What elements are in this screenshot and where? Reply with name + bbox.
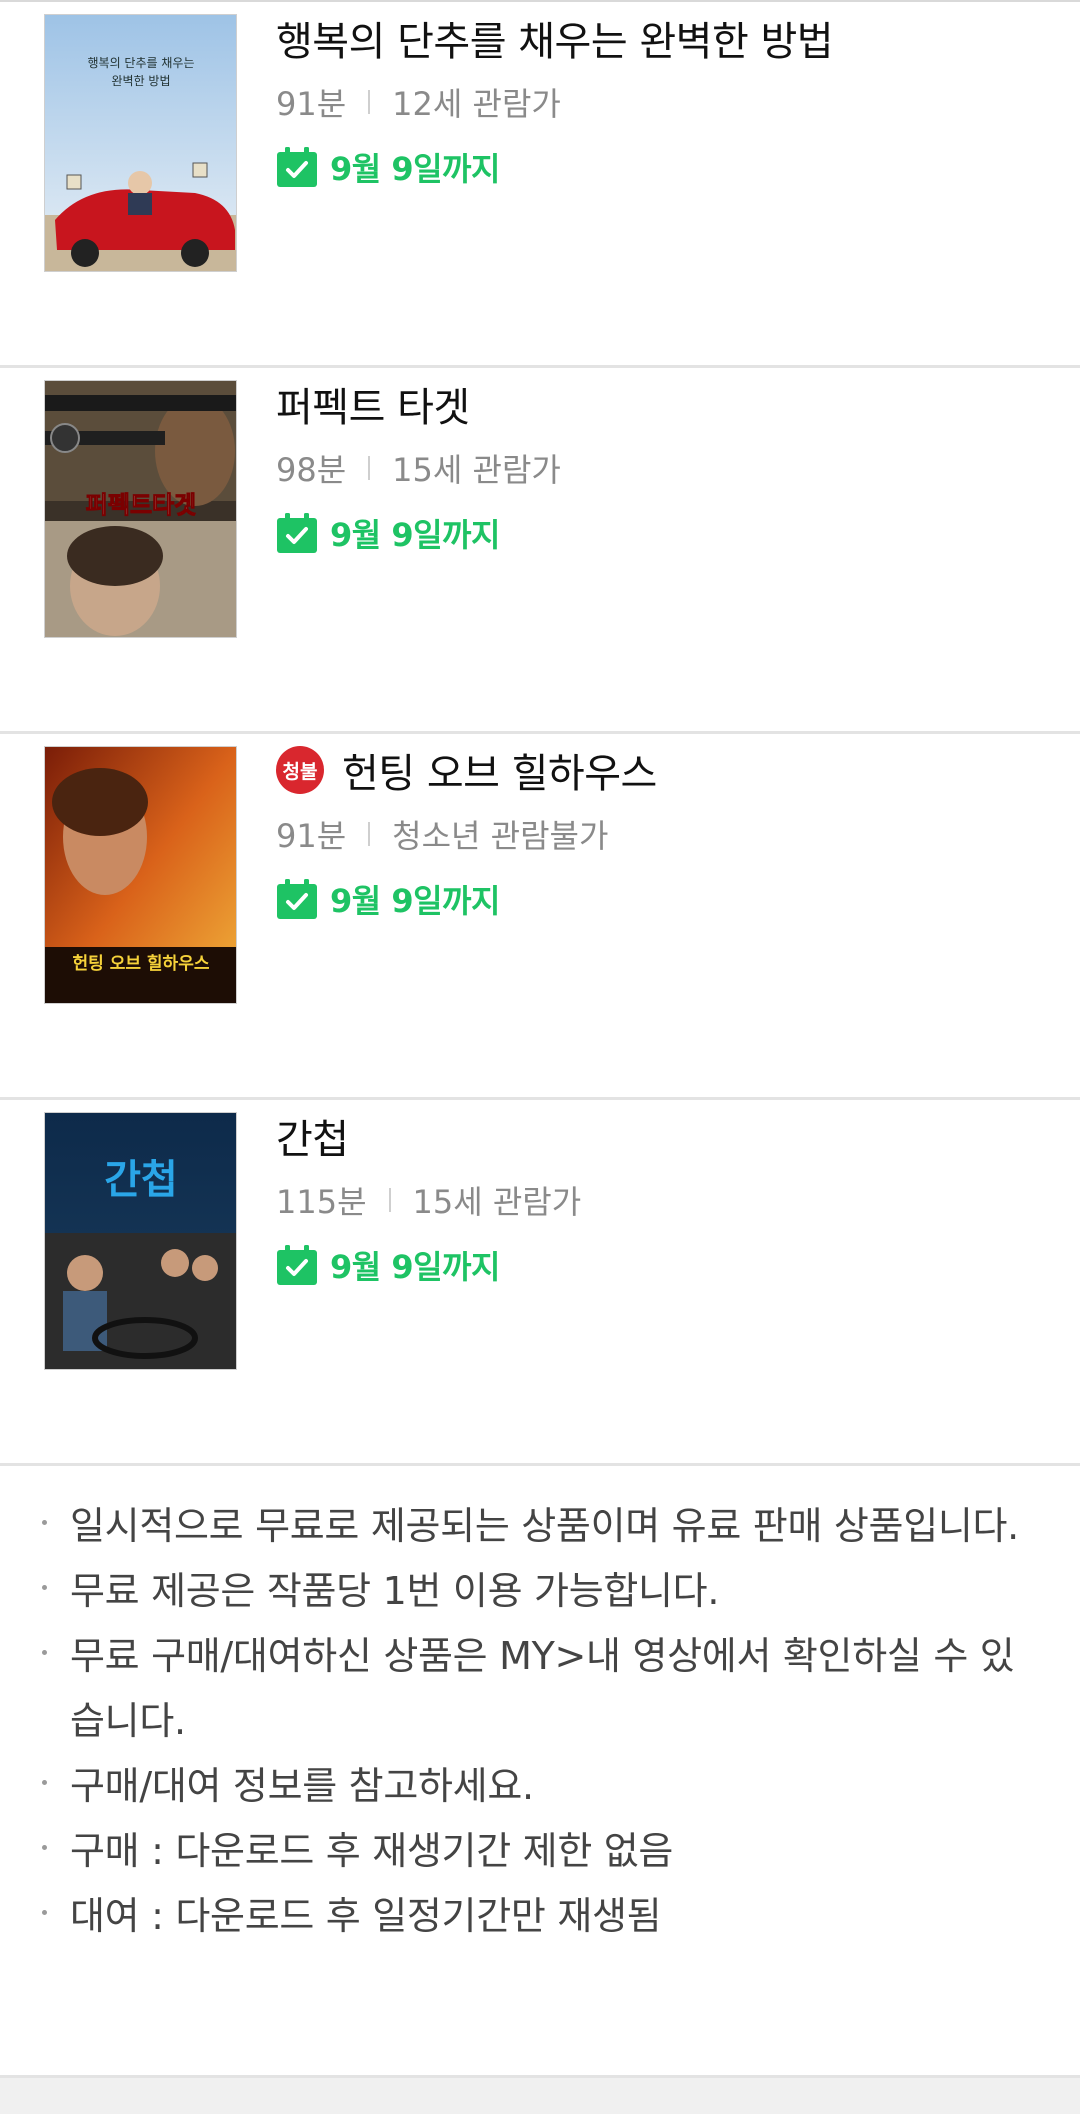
notice-item: 무료 제공은 작품당 1번 이용 가능합니다.	[40, 1559, 1040, 1624]
notice-item: 대여 : 다운로드 후 일정기간만 재생됨	[40, 1884, 1040, 1949]
meta-divider	[368, 456, 371, 480]
notice-item: 일시적으로 무료로 제공되는 상품이며 유료 판매 상품입니다.	[40, 1494, 1040, 1559]
movie-item-4[interactable]: 간첩 간첩 115분 15세 관람가 9월 9일까지	[0, 1100, 1080, 1466]
movie-poster[interactable]: 행복의 단추를 채우는 완벽한 방법	[44, 14, 237, 272]
availability-text: 9월 9일까지	[330, 150, 500, 188]
notice-section: 일시적으로 무료로 제공되는 상품이며 유료 판매 상품입니다. 무료 제공은 …	[0, 1466, 1080, 2078]
availability-text: 9월 9일까지	[330, 882, 500, 920]
movie-info: 청불 헌팅 오브 힐하우스 91분 청소년 관람불가 9월 9일까지	[276, 740, 1060, 922]
poster-title-line-2: 완벽한 방법	[111, 74, 170, 88]
movie-poster[interactable]: 헌팅 오브 힐하우스	[44, 746, 237, 1004]
meta-divider	[368, 822, 371, 846]
notice-item: 구매/대여 정보를 참고하세요.	[40, 1754, 1040, 1819]
movie-title[interactable]: 헌팅 오브 힐하우스	[342, 741, 657, 799]
movie-rating: 청소년 관람불가	[392, 817, 609, 855]
poster-title: 퍼펙트타겟	[86, 491, 196, 519]
movie-info: 간첩 115분 15세 관람가 9월 9일까지	[276, 1106, 1060, 1288]
age-restriction-badge: 청불	[276, 746, 324, 794]
meta-divider	[388, 1188, 391, 1212]
calendar-check-icon	[277, 147, 317, 187]
movie-rating: 12세 관람가	[392, 85, 561, 123]
movie-rating: 15세 관람가	[412, 1183, 582, 1221]
poster-title: 간첩	[104, 1157, 178, 1203]
movie-duration: 98분	[276, 451, 347, 489]
poster-title-line-1: 행복의 단추를 채우는	[88, 55, 195, 70]
movie-item-2[interactable]: 퍼펙트타겟 퍼펙트 타겟 98분 15세 관람가 9월 9일까지	[0, 368, 1080, 734]
availability-text: 9월 9일까지	[330, 516, 500, 554]
movie-item-3[interactable]: 헌팅 오브 힐하우스 청불 헌팅 오브 힐하우스 91분 청소년 관람불가 9월…	[0, 734, 1080, 1100]
calendar-check-icon	[277, 1245, 317, 1285]
meta-divider	[368, 90, 371, 114]
movie-title[interactable]: 퍼펙트 타겟	[276, 375, 470, 433]
movie-duration: 91분	[276, 817, 347, 855]
movie-title[interactable]: 간첩	[276, 1107, 349, 1165]
notice-item: 무료 구매/대여하신 상품은 MY>내 영상에서 확인하실 수 있습니다.	[40, 1624, 1040, 1754]
availability-text: 9월 9일까지	[330, 1248, 500, 1286]
movie-poster[interactable]: 퍼펙트타겟	[44, 380, 237, 638]
notice-list: 일시적으로 무료로 제공되는 상품이며 유료 판매 상품입니다. 무료 제공은 …	[40, 1494, 1040, 1949]
movie-rating: 15세 관람가	[392, 451, 561, 489]
calendar-check-icon	[277, 513, 317, 553]
poster-title: 헌팅 오브 힐하우스	[73, 953, 210, 974]
movie-duration: 91분	[276, 85, 347, 123]
calendar-check-icon	[277, 879, 317, 919]
movie-duration: 115분	[276, 1183, 367, 1221]
bottom-divider	[0, 2078, 1080, 2114]
movie-item-1[interactable]: 행복의 단추를 채우는 완벽한 방법 행복의 단추를 채우는 완벽한 방법 91…	[0, 2, 1080, 368]
notice-item: 구매 : 다운로드 후 재생기간 제한 없음	[40, 1819, 1040, 1884]
movie-title[interactable]: 행복의 단추를 채우는 완벽한 방법	[276, 9, 834, 67]
movie-info: 퍼펙트 타겟 98분 15세 관람가 9월 9일까지	[276, 374, 1060, 556]
movie-info: 행복의 단추를 채우는 완벽한 방법 91분 12세 관람가 9월 9일까지	[276, 8, 1060, 190]
movie-poster[interactable]: 간첩	[44, 1112, 237, 1370]
